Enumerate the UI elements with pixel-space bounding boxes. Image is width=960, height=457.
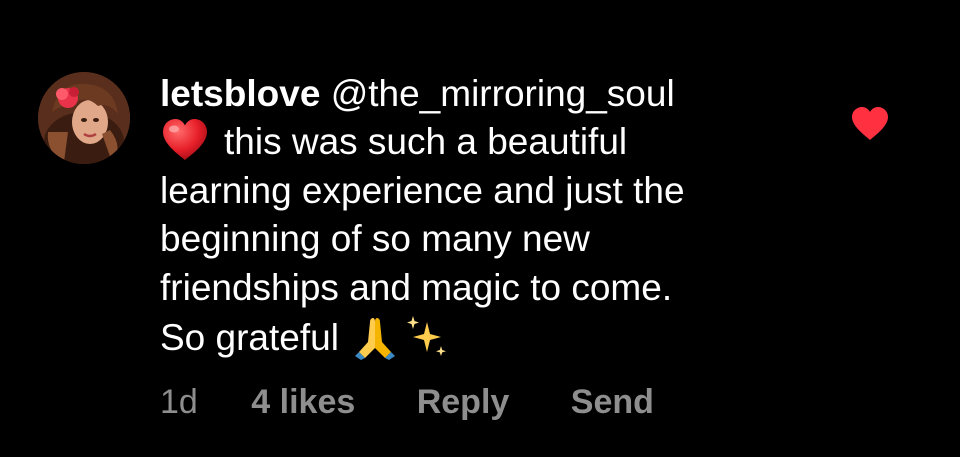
heart-emoji-icon bbox=[160, 118, 210, 162]
sparkles-emoji-icon bbox=[403, 312, 451, 360]
comment-line-4: friendships and magic to come. bbox=[160, 266, 673, 308]
comment-line-3: beginning of so many new bbox=[160, 218, 590, 259]
comment-line-1-text: this was such a beautiful bbox=[224, 121, 628, 162]
comment-line-5-text: So grateful bbox=[160, 317, 339, 358]
like-heart-icon[interactable] bbox=[850, 106, 890, 142]
mention-link[interactable]: @the_mirroring_soul bbox=[331, 73, 675, 114]
comment-content: letsblove @the_mirroring_soul this was s… bbox=[160, 70, 840, 363]
comment: letsblove @the_mirroring_soul this was s… bbox=[0, 0, 960, 457]
comment-line-1: this was such a beautiful bbox=[160, 118, 840, 167]
comment-timestamp: 1d bbox=[160, 383, 198, 421]
comment-actions: 1d 4 likes Reply Send bbox=[160, 380, 654, 424]
username-link[interactable]: letsblove bbox=[160, 73, 320, 114]
comment-header: letsblove @the_mirroring_soul bbox=[160, 70, 840, 118]
avatar-image bbox=[38, 72, 130, 164]
comment-line-2: learning experience and just the bbox=[160, 169, 685, 211]
folded-hands-emoji-icon bbox=[351, 312, 399, 360]
comment-body: this was such a beautiful learning exper… bbox=[160, 118, 840, 363]
likes-count-link[interactable]: 4 likes bbox=[251, 380, 355, 424]
send-button[interactable]: Send bbox=[571, 380, 654, 424]
comment-line-5: So grateful bbox=[160, 312, 840, 363]
reply-button[interactable]: Reply bbox=[417, 380, 510, 424]
avatar[interactable] bbox=[38, 72, 130, 164]
